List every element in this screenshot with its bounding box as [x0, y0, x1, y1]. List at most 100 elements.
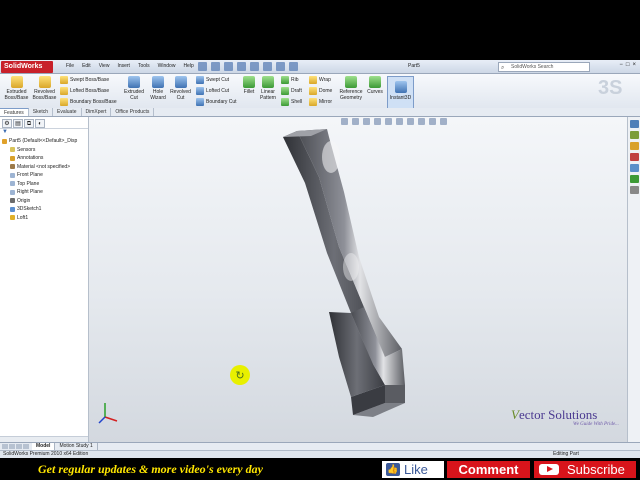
draft-button[interactable]: Draft	[281, 87, 302, 95]
revolved-cut-button[interactable]: Revolved Cut	[168, 76, 193, 101]
menu-window[interactable]: Window	[158, 63, 176, 69]
dome-button[interactable]: Dome	[309, 87, 332, 95]
plane-icon	[10, 189, 15, 195]
annotations-icon	[10, 155, 15, 161]
mirror-button[interactable]: Mirror	[309, 98, 332, 106]
display-manager-tab-icon[interactable]: ◐	[35, 119, 45, 128]
promo-banner: Get regular updates & more video's every…	[0, 458, 640, 480]
select-icon[interactable]	[263, 62, 272, 71]
filter-icon[interactable]: ▼	[0, 129, 88, 137]
file-explorer-icon[interactable]	[629, 142, 639, 150]
hole-wizard-button[interactable]: Hole Wizard	[147, 76, 169, 101]
tree-item-annotations[interactable]: Annotations	[2, 154, 88, 163]
print-icon[interactable]	[237, 62, 246, 71]
linear-pattern-button[interactable]: Linear Pattern	[257, 76, 279, 101]
tree-item-origin[interactable]: Origin	[2, 197, 88, 206]
tree-item-front-plane[interactable]: Front Plane	[2, 171, 88, 180]
search-results-icon[interactable]	[629, 153, 639, 161]
tab-evaluate[interactable]: Evaluate	[53, 108, 82, 116]
tree-item-loft[interactable]: Loft1	[2, 214, 88, 223]
comment-button[interactable]: Comment	[447, 461, 530, 478]
wrap-button[interactable]: Wrap	[309, 76, 331, 84]
boundary-cut-icon	[196, 98, 204, 106]
tree-item-top-plane[interactable]: Top Plane	[2, 180, 88, 189]
mirror-icon	[309, 98, 317, 106]
minimize-button[interactable]: −	[619, 62, 623, 68]
command-manager: Extruded Boss/Base Revolved Boss/Base Sw…	[0, 74, 640, 111]
tab-scroll-nav	[0, 444, 32, 449]
feature-tree-tab-icon[interactable]: ⚙	[2, 119, 12, 128]
tab-motion-study[interactable]: Motion Study 1	[55, 443, 98, 450]
menu-help[interactable]: Help	[183, 63, 193, 69]
options-icon[interactable]	[289, 62, 298, 71]
status-bar: SolidWorks Premium 2010 x64 Edition Edit…	[0, 450, 640, 458]
last-tab-icon[interactable]	[23, 444, 29, 449]
prev-tab-icon[interactable]	[9, 444, 15, 449]
lofted-cut-button[interactable]: Lofted Cut	[196, 87, 229, 95]
menu-insert[interactable]: Insert	[117, 63, 130, 69]
tab-dimxpert[interactable]: DimXpert	[82, 108, 112, 116]
undo-icon[interactable]	[250, 62, 259, 71]
menu-edit[interactable]: Edit	[82, 63, 91, 69]
document-title: Part5	[408, 63, 420, 69]
tree-item-material[interactable]: Material <not specified>	[2, 163, 88, 172]
first-tab-icon[interactable]	[2, 444, 8, 449]
graphics-viewport[interactable]: ↻ Vector Solutions We Guide With Pride..…	[89, 117, 627, 442]
fillet-button[interactable]: Fillet	[240, 76, 258, 95]
tree-item-sensors[interactable]: Sensors	[2, 146, 88, 155]
tab-features[interactable]: Features	[0, 108, 29, 116]
maximize-button[interactable]: □	[626, 62, 630, 68]
revolved-boss-button[interactable]: Revolved Boss/Base	[31, 76, 58, 101]
menu-tools[interactable]: Tools	[138, 63, 150, 69]
reference-geometry-label: Reference Geometry	[339, 89, 363, 101]
close-button[interactable]: ×	[632, 62, 636, 68]
tab-office-products[interactable]: Office Products	[111, 108, 155, 116]
vector-solutions-name: ector Solutions	[518, 407, 598, 422]
configuration-tab-icon[interactable]: ⧉	[24, 119, 34, 128]
search-input[interactable]: ⌕ SolidWorks Search	[498, 62, 590, 72]
view-palette-icon[interactable]	[629, 164, 639, 172]
open-icon[interactable]	[211, 62, 220, 71]
like-button[interactable]: 👍 Like	[382, 461, 444, 478]
tree-item-3dsketch[interactable]: 3DSketch1	[2, 205, 88, 214]
extruded-cut-button[interactable]: Extruded Cut	[120, 76, 148, 101]
part-icon	[2, 138, 7, 144]
revolved-cut-label: Revolved Cut	[170, 89, 191, 101]
property-manager-tab-icon[interactable]: ▤	[13, 119, 23, 128]
thumbs-up-icon: 👍	[386, 463, 400, 476]
promo-text: Get regular updates & more video's every…	[38, 462, 263, 476]
rib-button[interactable]: Rib	[281, 76, 299, 84]
shell-icon	[281, 98, 289, 106]
extruded-boss-button[interactable]: Extruded Boss/Base	[3, 76, 30, 101]
rebuild-icon[interactable]	[276, 62, 285, 71]
custom-properties-icon[interactable]	[629, 186, 639, 194]
design-library-icon[interactable]	[629, 131, 639, 139]
quick-access-toolbar	[198, 62, 298, 71]
swept-cut-button[interactable]: Swept Cut	[196, 76, 229, 84]
panel-tabs: ⚙ ▤ ⧉ ◐	[0, 117, 88, 129]
subscribe-button[interactable]: Subscribe	[534, 461, 636, 478]
menu-view[interactable]: View	[99, 63, 110, 69]
new-icon[interactable]	[198, 62, 207, 71]
tab-sketch[interactable]: Sketch	[29, 108, 54, 116]
instant3d-button[interactable]: Instant3D	[387, 76, 414, 109]
menu-file[interactable]: File	[66, 63, 74, 69]
boundary-boss-button[interactable]: Boundary Boss/Base	[60, 98, 117, 106]
tab-model[interactable]: Model	[32, 443, 56, 450]
revolved-boss-label: Revolved Boss/Base	[32, 89, 57, 101]
shell-button[interactable]: Shell	[281, 98, 302, 106]
boundary-cut-button[interactable]: Boundary Cut	[196, 98, 237, 106]
twisted-loft-model[interactable]	[89, 117, 627, 442]
appearances-icon[interactable]	[629, 175, 639, 183]
tree-root-part[interactable]: Part5 (Default<<Default>_Disp	[2, 137, 88, 146]
next-tab-icon[interactable]	[16, 444, 22, 449]
reference-geometry-button[interactable]: Reference Geometry	[337, 76, 365, 101]
solidworks-logo[interactable]: SolidWorks	[1, 61, 53, 73]
linear-pattern-label: Linear Pattern	[259, 89, 277, 101]
lofted-boss-button[interactable]: Lofted Boss/Base	[60, 87, 109, 95]
tree-item-right-plane[interactable]: Right Plane	[2, 188, 88, 197]
save-icon[interactable]	[224, 62, 233, 71]
swept-boss-button[interactable]: Swept Boss/Base	[60, 76, 109, 84]
solidworks-resources-icon[interactable]	[629, 120, 639, 128]
curves-button[interactable]: Curves	[366, 76, 384, 95]
